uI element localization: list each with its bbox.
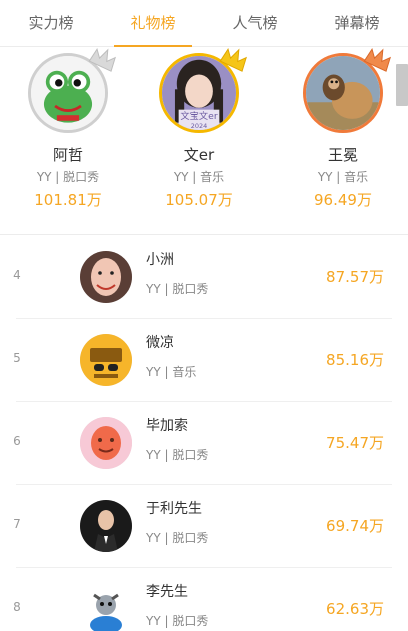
streamer-category: YY | 音乐: [317, 170, 369, 184]
gift-value: 85.16万: [326, 351, 384, 369]
streamer-category: YY | 音乐: [173, 170, 225, 184]
gift-value: 96.49万: [314, 191, 372, 209]
ranking-list: 4 小洲 YY | 脱口秀 87.57万 5 微凉 YY | 音乐 85.16万…: [0, 236, 408, 631]
streamer-category: YY | 脱口秀: [146, 614, 209, 628]
avatar[interactable]: [80, 500, 132, 552]
list-item[interactable]: 7 于利先生 YY | 脱口秀 69.74万: [13, 485, 392, 568]
avatar[interactable]: [80, 583, 132, 631]
rank-number: 6: [13, 434, 21, 448]
podium-item-third[interactable]: 王冕 YY | 音乐 96.49万: [275, 47, 408, 211]
list-item[interactable]: 6 毕加索 YY | 脱口秀 75.47万: [13, 402, 392, 485]
svg-text:文宝文er: 文宝文er: [180, 110, 217, 122]
list-item[interactable]: 4 小洲 YY | 脱口秀 87.57万: [13, 236, 392, 319]
streamer-name: 李先生: [146, 584, 188, 600]
frog-avatar-image: [31, 56, 105, 130]
streamer-name: 文er: [183, 146, 215, 164]
streamer-category: YY | 音乐: [146, 365, 197, 379]
svg-text:2024: 2024: [191, 122, 207, 130]
streamer-category: YY | 脱口秀: [146, 531, 209, 545]
podium-item-second[interactable]: 阿哲 YY | 脱口秀 101.81万: [0, 47, 136, 211]
rank-number: 4: [13, 268, 21, 282]
badge-avatar-image: [80, 334, 132, 386]
gift-value: 87.57万: [326, 268, 384, 286]
tab-danmaku[interactable]: 弹幕榜: [306, 0, 408, 46]
gift-value: 62.63万: [326, 600, 384, 618]
gift-value: 75.47万: [326, 434, 384, 452]
scrollbar-thumb[interactable]: [396, 64, 408, 106]
avatar[interactable]: [80, 334, 132, 386]
streamer-category: YY | 脱口秀: [36, 170, 100, 184]
streamer-name: 王冕: [327, 146, 358, 164]
streamer-name: 小洲: [146, 252, 174, 268]
rank-number: 8: [13, 600, 21, 614]
lion-avatar-image: [306, 56, 380, 130]
girl-avatar-image: 文宝文er 2024: [162, 56, 236, 130]
avatar[interactable]: [80, 251, 132, 303]
face-avatar-image: [80, 417, 132, 469]
streamer-name: 于利先生: [146, 501, 202, 517]
rank-number: 7: [13, 517, 21, 531]
gift-value: 101.81万: [34, 191, 102, 209]
streamer-name: 毕加索: [146, 418, 188, 434]
man-avatar-image: [80, 251, 132, 303]
gift-value: 105.07万: [165, 191, 233, 209]
suit-man-avatar-image: [80, 500, 132, 552]
list-item[interactable]: 5 微凉 YY | 音乐 85.16万: [13, 319, 392, 402]
cartoon-dog-avatar-image: [80, 583, 132, 631]
tab-gift[interactable]: 礼物榜: [102, 0, 204, 47]
top-three-podium: 阿哲 YY | 脱口秀 101.81万 文宝文er 2024 文er YY | …: [0, 47, 408, 235]
tab-strength[interactable]: 实力榜: [0, 0, 102, 46]
streamer-category: YY | 脱口秀: [146, 448, 209, 462]
streamer-name: 微凉: [146, 335, 174, 351]
rank-number: 5: [13, 351, 21, 365]
avatar[interactable]: [80, 417, 132, 469]
tab-popularity[interactable]: 人气榜: [204, 0, 306, 46]
list-item[interactable]: 8 李先生 YY | 脱口秀 62.63万: [13, 568, 392, 631]
gift-value: 69.74万: [326, 517, 384, 535]
streamer-name: 阿哲: [52, 146, 83, 164]
streamer-category: YY | 脱口秀: [146, 282, 209, 296]
ranking-tabs: 实力榜 礼物榜 人气榜 弹幕榜: [0, 0, 408, 47]
podium-item-first[interactable]: 文宝文er 2024 文er YY | 音乐 105.07万: [131, 47, 267, 211]
